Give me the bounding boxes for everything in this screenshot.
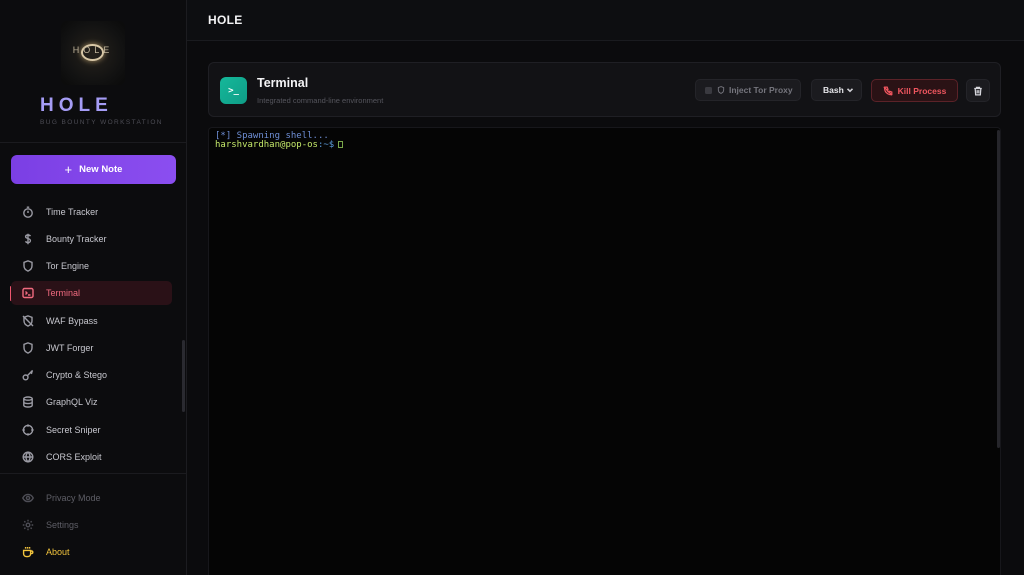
sidebar-item-label: Secret Sniper: [46, 425, 101, 435]
sidebar-item-label: Terminal: [46, 288, 81, 298]
stopwatch-icon: [22, 206, 34, 218]
terminal-icon: >_: [220, 77, 247, 104]
key-icon: [22, 369, 34, 381]
database-icon: [22, 396, 34, 408]
sidebar-item-settings[interactable]: Settings: [11, 513, 172, 537]
sidebar-divider: [0, 142, 186, 143]
globe-icon: [22, 451, 34, 463]
sidebar-scrollbar[interactable]: [182, 340, 185, 412]
dollar-icon: [22, 233, 34, 245]
app-tagline: BUG BOUNTY WORKSTATION: [40, 119, 163, 126]
shell-select[interactable]: Bash: [811, 79, 862, 101]
logo-text: HOLE: [72, 45, 114, 55]
new-note-label: New Note: [79, 164, 123, 175]
sidebar-item-label: GraphQL Viz: [46, 397, 98, 407]
sidebar-item-bounty-tracker[interactable]: Bounty Tracker: [11, 227, 172, 251]
page-title: HOLE: [208, 13, 243, 27]
main-content: >_ Terminal Integrated command-line envi…: [187, 41, 1024, 575]
kill-process-label: Kill Process: [897, 85, 947, 96]
terminal-icon: [22, 287, 34, 299]
sidebar-item-label: Tor Engine: [46, 261, 90, 271]
shield-icon: [717, 86, 729, 94]
top-header: HOLE: [187, 0, 1024, 41]
phone-off-icon: [883, 85, 893, 96]
shell-select-value: Bash: [823, 85, 844, 95]
chevron-down-icon: [846, 86, 854, 94]
kill-process-button[interactable]: Kill Process: [871, 79, 958, 102]
sidebar-item-terminal[interactable]: Terminal: [11, 281, 172, 305]
sidebar-item-label: About: [46, 547, 70, 557]
sidebar-item-privacy-mode[interactable]: Privacy Mode: [11, 486, 172, 510]
sidebar-item-time-tracker[interactable]: Time Tracker: [11, 200, 172, 224]
new-note-button[interactable]: + New Note: [11, 155, 176, 184]
panel-title: Terminal: [257, 76, 309, 90]
clear-terminal-button[interactable]: [966, 79, 990, 102]
shield-icon: [22, 260, 34, 272]
inject-tor-proxy-toggle[interactable]: Inject Tor Proxy: [695, 79, 801, 101]
sidebar: HOLE HOLE BUG BOUNTY WORKSTATION + New N…: [0, 0, 187, 575]
sidebar-item-about[interactable]: About: [11, 540, 172, 564]
sidebar-item-tor-engine[interactable]: Tor Engine: [11, 254, 172, 278]
plus-icon: +: [64, 162, 73, 177]
eye-icon: [22, 492, 34, 504]
gear-icon: [22, 519, 34, 531]
sidebar-item-waf-bypass[interactable]: WAF Bypass: [11, 309, 172, 333]
sidebar-item-label: WAF Bypass: [46, 316, 98, 326]
coffee-icon: [22, 546, 34, 558]
sidebar-item-cors-exploit[interactable]: CORS Exploit: [11, 445, 172, 469]
sidebar-item-label: Bounty Tracker: [46, 234, 107, 244]
sidebar-item-label: CORS Exploit: [46, 452, 102, 462]
trash-icon: [973, 86, 983, 96]
sidebar-item-secret-sniper[interactable]: Secret Sniper: [11, 418, 172, 442]
terminal-prompt-line: harshvardhan@pop-os:~$: [215, 139, 1000, 150]
shield-icon: [22, 342, 34, 354]
terminal-path: :~: [317, 139, 329, 150]
sidebar-item-label: Settings: [46, 520, 79, 530]
sidebar-divider: [0, 473, 186, 474]
app-logo: HOLE: [61, 21, 125, 85]
panel-subtitle: Integrated command-line environment: [257, 96, 384, 105]
sidebar-item-crypto-stego[interactable]: Crypto & Stego: [11, 363, 172, 387]
shield-off-icon: [22, 315, 34, 327]
crosshair-icon: [22, 424, 34, 436]
checkbox[interactable]: [705, 86, 712, 94]
terminal-cursor: [338, 140, 344, 148]
terminal-toolbar-card: >_ Terminal Integrated command-line envi…: [208, 62, 1001, 117]
sidebar-item-label: Crypto & Stego: [46, 370, 108, 380]
sidebar-item-graphql-viz[interactable]: GraphQL Viz: [11, 390, 172, 414]
inject-tor-proxy-label: Inject Tor Proxy: [729, 85, 793, 95]
app-name: HOLE: [40, 95, 113, 116]
sidebar-item-label: Privacy Mode: [46, 493, 101, 503]
terminal-output[interactable]: [*] Spawning shell... harshvardhan@pop-o…: [208, 127, 1001, 575]
sidebar-item-label: Time Tracker: [46, 207, 99, 217]
terminal-scrollbar[interactable]: [997, 130, 1000, 448]
sidebar-item-label: JWT Forger: [46, 343, 94, 353]
sidebar-item-jwt-forger[interactable]: JWT Forger: [11, 336, 172, 360]
terminal-user-host: harshvardhan@pop-os: [215, 139, 318, 150]
terminal-prompt-symbol: $: [328, 139, 335, 150]
